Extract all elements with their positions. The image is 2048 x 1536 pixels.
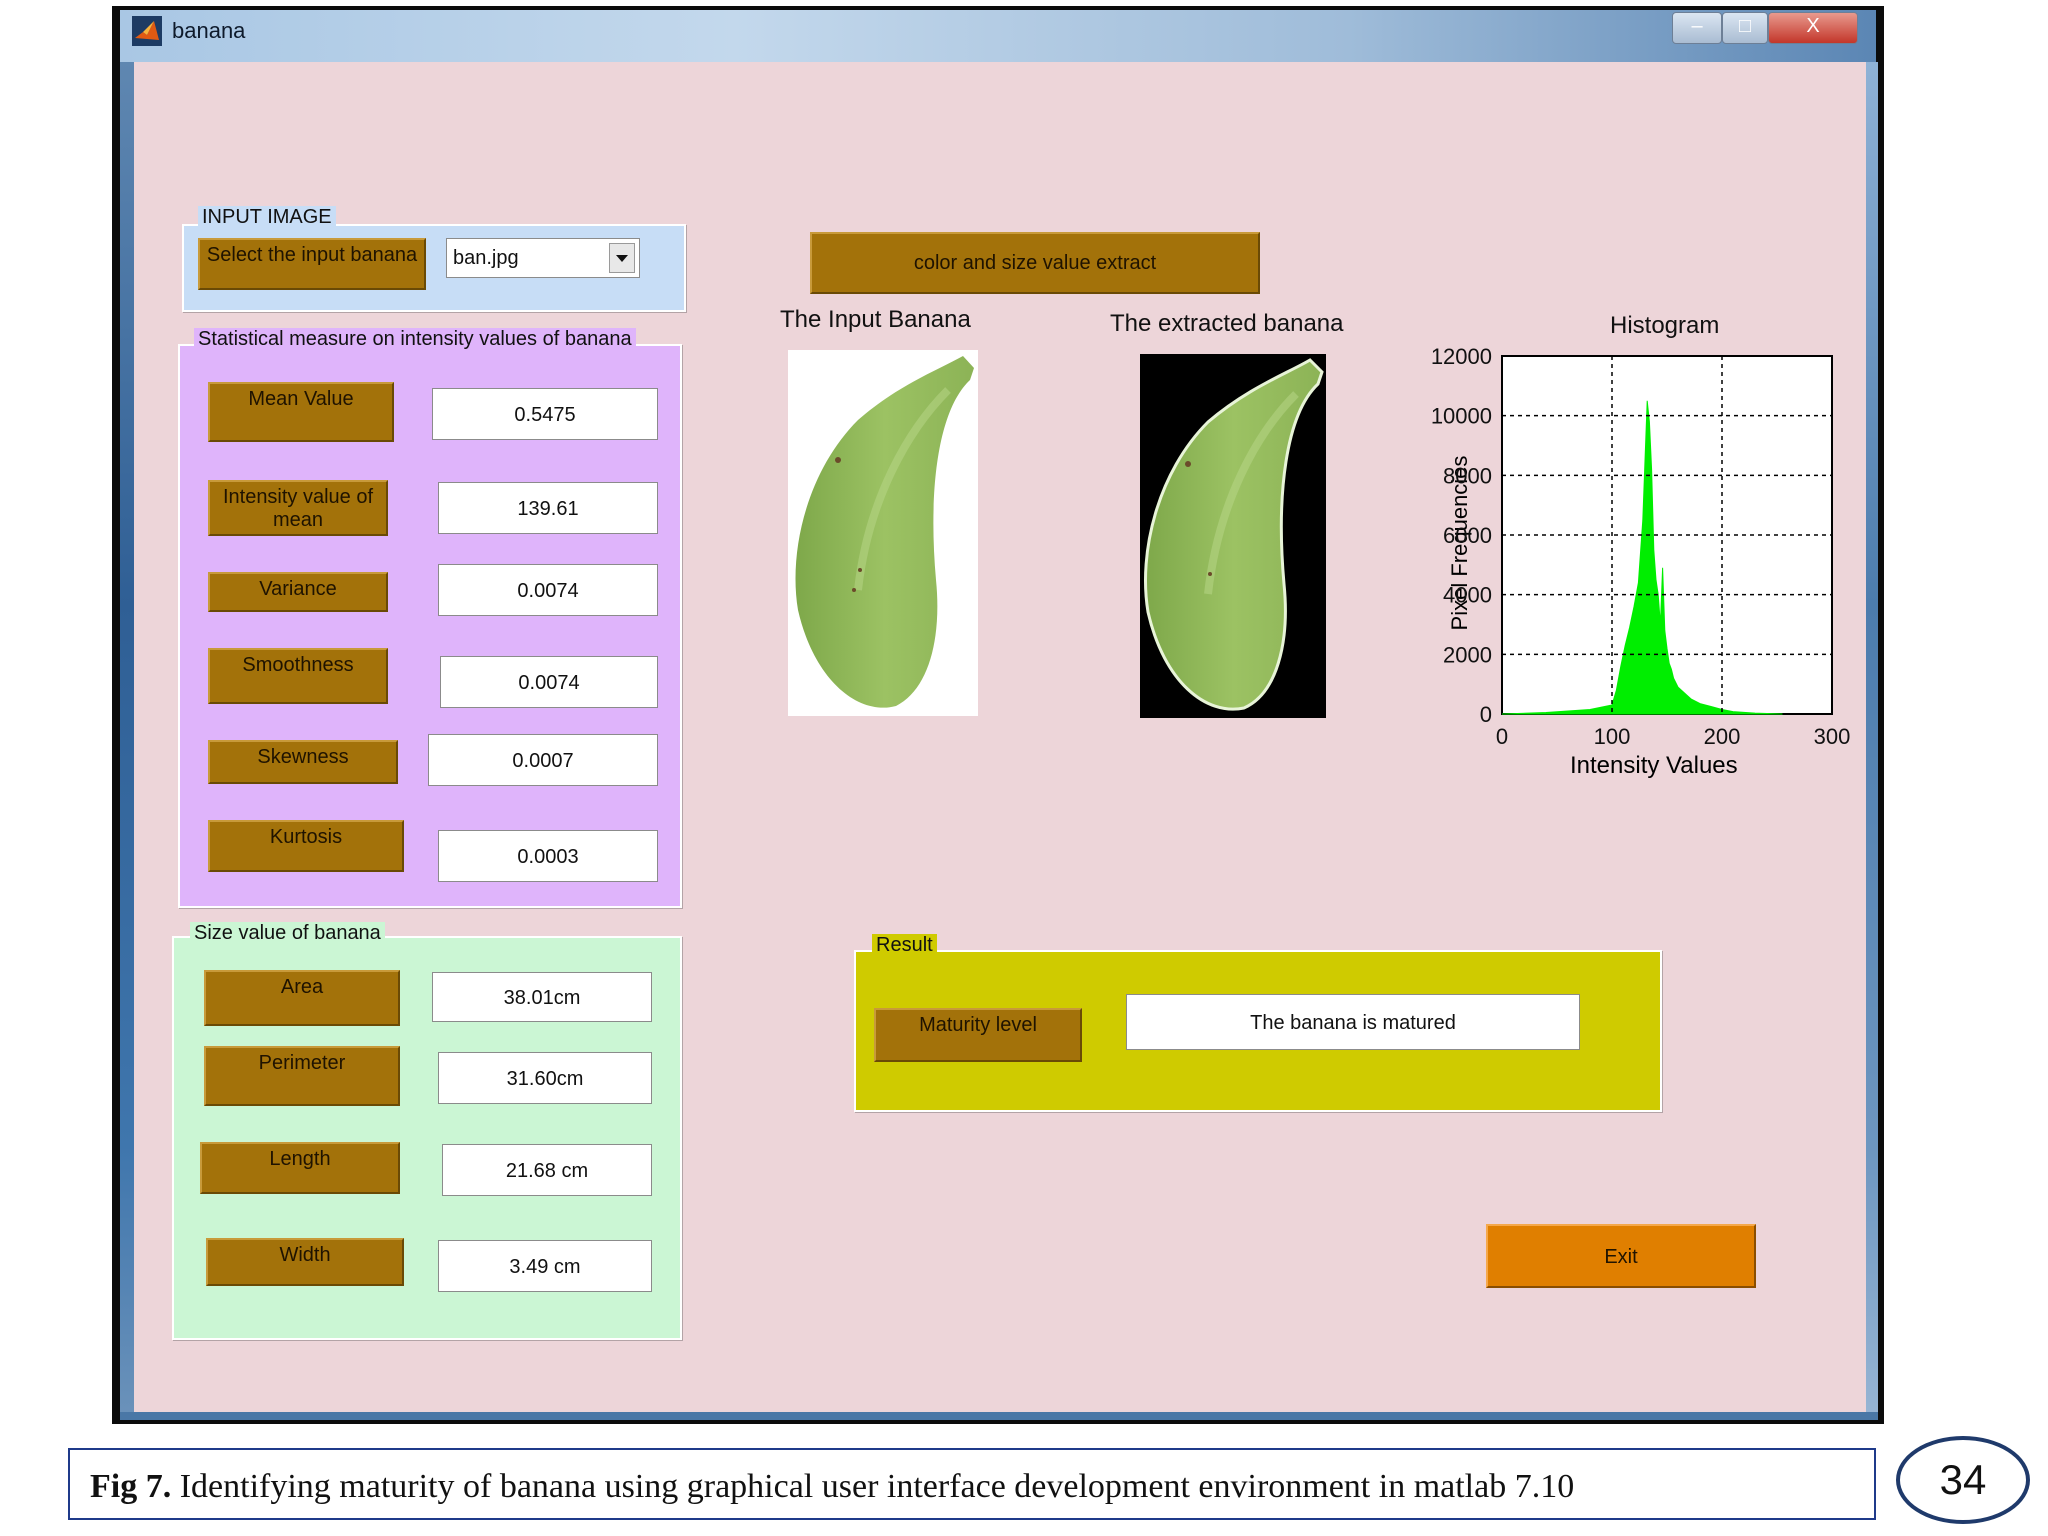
y-tick-label: 10000 — [1431, 404, 1492, 429]
y-tick-label: 0 — [1480, 702, 1492, 727]
matlab-icon — [132, 16, 162, 46]
select-input-banana-label: Select the input banana — [198, 238, 426, 290]
mean-value-field[interactable]: 0.5475 — [432, 388, 658, 440]
caption-label: Fig 7. — [90, 1468, 172, 1505]
y-tick-label: 6000 — [1443, 523, 1492, 548]
minimize-icon: – — [1691, 15, 1703, 37]
width-label: Width — [206, 1238, 404, 1286]
extracted-banana-image — [1140, 354, 1326, 718]
x-tick-label: 300 — [1814, 724, 1851, 749]
extract-button[interactable]: color and size value extract — [810, 232, 1260, 294]
smoothness-field[interactable]: 0.0074 — [440, 656, 658, 708]
minimize-button[interactable]: – — [1672, 12, 1722, 44]
y-tick-label: 8000 — [1443, 463, 1492, 488]
size-panel-title: Size value of banana — [190, 922, 385, 945]
figure-caption-box: Fig 7. Identifying maturity of banana us… — [68, 1448, 1876, 1520]
maximize-icon: □ — [1738, 15, 1752, 37]
dropdown-value: ban.jpg — [453, 247, 519, 269]
smoothness-label: Smoothness — [208, 648, 388, 704]
width-field[interactable]: 3.49 cm — [438, 1240, 652, 1292]
histogram-xlabel: Intensity Values — [1570, 752, 1738, 779]
close-button[interactable]: X — [1768, 12, 1858, 44]
kurtosis-field[interactable]: 0.0003 — [438, 830, 658, 882]
skewness-field[interactable]: 0.0007 — [428, 734, 658, 786]
length-label: Length — [200, 1142, 400, 1194]
title-bar[interactable] — [120, 10, 1876, 62]
caption-text: Identifying maturity of banana using gra… — [171, 1468, 1575, 1505]
chevron-down-icon[interactable] — [609, 243, 635, 273]
statistics-panel-title: Statistical measure on intensity values … — [194, 328, 636, 351]
input-image-panel-title: INPUT IMAGE — [198, 206, 336, 229]
window-bottom-border — [120, 1412, 1878, 1420]
intensity-mean-label: Intensity value of mean — [208, 480, 388, 536]
intensity-mean-field[interactable]: 139.61 — [438, 482, 658, 534]
input-image-dropdown[interactable]: ban.jpg — [446, 238, 640, 278]
skewness-label: Skewness — [208, 740, 398, 784]
area-field[interactable]: 38.01cm — [432, 972, 652, 1022]
extracted-banana-title: The extracted banana — [1110, 310, 1344, 337]
maturity-result-field[interactable]: The banana is matured — [1126, 994, 1580, 1050]
kurtosis-label: Kurtosis — [208, 820, 404, 872]
figure-caption: Fig 7. Identifying maturity of banana us… — [90, 1468, 1574, 1506]
length-field[interactable]: 21.68 cm — [442, 1144, 652, 1196]
histogram-chart: Histogram Pixel Frequencies Intensity Va… — [1380, 300, 1880, 800]
close-icon: X — [1806, 15, 1820, 37]
maturity-level-label: Maturity level — [874, 1008, 1082, 1062]
result-panel-title: Result — [872, 934, 937, 957]
variance-label: Variance — [208, 572, 388, 612]
histogram-plot: 0 2000 4000 6000 8000 10000 12000 0 100 200 300 — [1431, 344, 1851, 749]
perimeter-field[interactable]: 31.60cm — [438, 1052, 652, 1104]
y-tick-label: 2000 — [1443, 642, 1492, 667]
mean-value-label: Mean Value — [208, 382, 394, 442]
x-tick-label: 200 — [1704, 724, 1741, 749]
maximize-button[interactable]: □ — [1722, 12, 1768, 44]
input-banana-title: The Input Banana — [780, 306, 971, 333]
window-left-border — [120, 62, 134, 1418]
window-title: banana — [172, 18, 246, 43]
input-banana-image — [788, 350, 978, 716]
x-tick-label: 0 — [1496, 724, 1508, 749]
x-tick-label: 100 — [1594, 724, 1631, 749]
y-tick-label: 12000 — [1431, 344, 1492, 369]
exit-button[interactable]: Exit — [1486, 1224, 1756, 1288]
page-number: 34 — [1939, 1456, 1987, 1503]
page-number-badge: 34 — [1896, 1436, 2030, 1524]
y-tick-label: 4000 — [1443, 583, 1492, 608]
area-label: Area — [204, 970, 400, 1026]
variance-field[interactable]: 0.0074 — [438, 564, 658, 616]
perimeter-label: Perimeter — [204, 1046, 400, 1106]
